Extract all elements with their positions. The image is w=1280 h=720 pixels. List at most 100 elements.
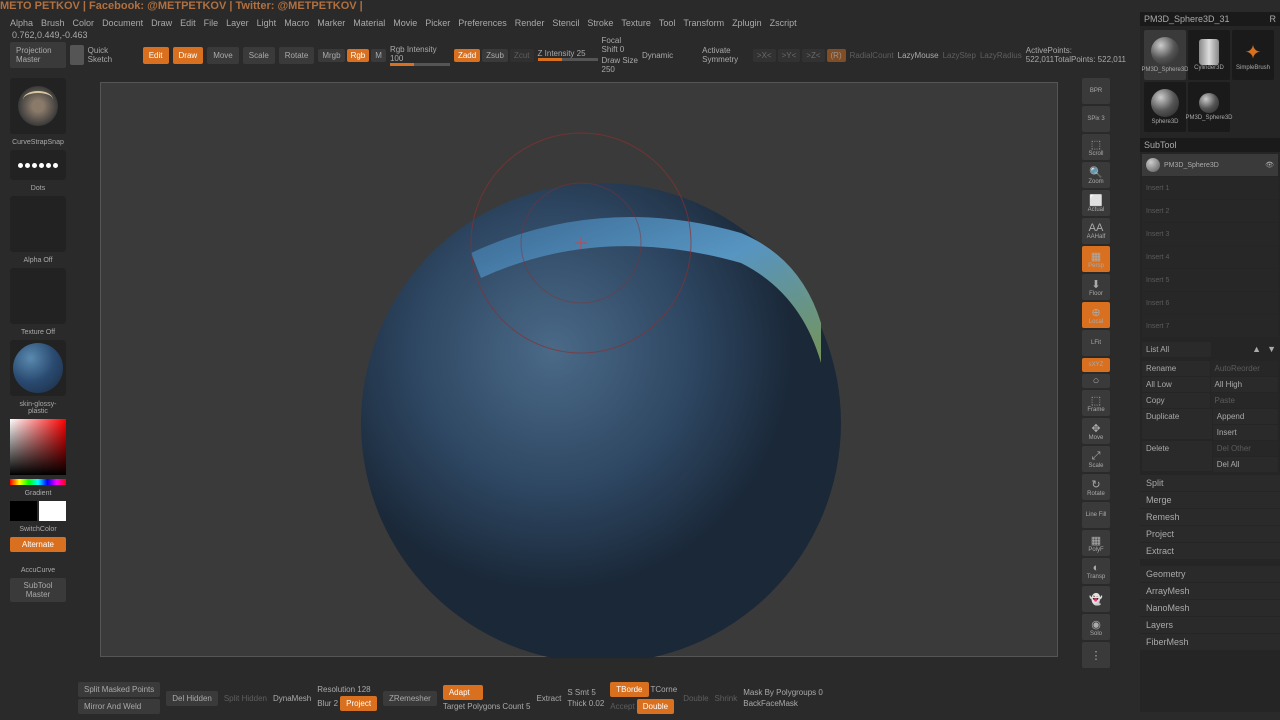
menu-item[interactable]: Marker [317,18,345,28]
rotate-button[interactable]: Rotate [279,47,315,64]
local-button[interactable]: ⊕Local [1082,302,1110,328]
actual-button[interactable]: ⬜Actual [1082,190,1110,216]
adapt-button[interactable]: Adapt [443,685,483,700]
menu-item[interactable]: Stroke [587,18,613,28]
double-button[interactable]: Double [637,699,674,714]
swatch-white[interactable] [39,501,66,521]
m-button[interactable]: M [371,49,386,62]
menu-item[interactable]: File [204,18,219,28]
menu-item[interactable]: Render [515,18,545,28]
rotate-tool[interactable]: ↻Rotate [1082,474,1110,500]
scale-tool[interactable]: ⤢Scale [1082,446,1110,472]
menu-item[interactable]: Preferences [458,18,507,28]
menu-item[interactable]: Macro [284,18,309,28]
draw-button[interactable]: Draw [173,47,204,64]
extract-label[interactable]: Extract [536,694,561,703]
menu-item[interactable]: Material [353,18,385,28]
dynamic-label[interactable]: Dynamic [642,51,673,60]
remesh-accordion[interactable]: Remesh [1140,509,1280,525]
resolution-label[interactable]: Resolution 128 [317,685,377,694]
extract-accordion[interactable]: Extract [1140,543,1280,559]
arrow-down-icon[interactable]: ▼ [1267,344,1276,355]
alllow-button[interactable]: All Low [1142,377,1210,392]
zadd-button[interactable]: Zadd [454,49,480,62]
menu-item[interactable]: Tool [659,18,676,28]
transp-button[interactable]: ◐Transp [1082,558,1110,584]
subtool-slot[interactable]: Insert 6 [1142,292,1278,314]
list-all-button[interactable]: List All [1142,342,1211,357]
mirror-weld-button[interactable]: Mirror And Weld [78,699,160,714]
del-hidden-button[interactable]: Del Hidden [166,691,218,706]
thick-label[interactable]: Thick 0.02 [567,699,604,708]
copy-button[interactable]: Copy [1142,393,1210,408]
gradient-label[interactable]: Gradient [10,490,66,497]
arraymesh-accordion[interactable]: ArrayMesh [1140,583,1280,599]
linefill-button[interactable]: Line Fill [1082,502,1110,528]
menu-item[interactable]: Brush [41,18,65,28]
alpha-slot[interactable] [10,196,66,252]
delother-button[interactable]: Del Other [1213,441,1278,456]
stroke-slot[interactable] [10,150,66,180]
color-picker[interactable] [10,419,66,475]
project-accordion[interactable]: Project [1140,526,1280,542]
material-slot[interactable] [10,340,66,396]
dynamesh-label[interactable]: DynaMesh [273,694,311,703]
menu-item[interactable]: Edit [180,18,196,28]
menu-item[interactable]: Color [73,18,95,28]
accucurve-label[interactable]: AccuCurve [10,567,66,574]
z-intensity-slider[interactable] [538,58,598,61]
subtool-slot[interactable]: Insert 7 [1142,315,1278,337]
polyf-button[interactable]: ▦PolyF [1082,530,1110,556]
aahalf-button[interactable]: AAAAHalf [1082,218,1110,244]
merge-accordion[interactable]: Merge [1140,492,1280,508]
scale-button[interactable]: Scale [243,47,275,64]
delall-button[interactable]: Del All [1213,457,1278,472]
viewport[interactable] [100,82,1058,657]
menu-item[interactable]: Transform [683,18,724,28]
rgb-button[interactable]: Rgb [347,49,370,62]
sym-z-button[interactable]: >Z< [802,49,824,62]
split-masked-button[interactable]: Split Masked Points [78,682,160,697]
target-poly-label[interactable]: Target Polygons Count 5 [443,702,531,711]
persp-button[interactable]: ▦Persp [1082,246,1110,272]
brush-slot[interactable] [10,78,66,134]
menu-item[interactable]: Stencil [552,18,579,28]
menu-item[interactable]: Movie [393,18,417,28]
ssmt-label[interactable]: S Smt 5 [567,688,595,697]
menu-item[interactable]: Picker [425,18,450,28]
edit-button[interactable]: Edit [143,47,169,64]
lfit-button[interactable]: LFit [1082,330,1110,356]
autoreorder-button[interactable]: AutoReorder [1211,361,1279,376]
blur-label[interactable]: Blur 2 [317,699,338,708]
sym-y-button[interactable]: >Y< [778,49,801,62]
paste-button[interactable]: Paste [1211,393,1279,408]
insert-button[interactable]: Insert [1213,425,1278,440]
menu-item[interactable]: Zscript [770,18,797,28]
append-button[interactable]: Append [1213,409,1278,424]
fibermesh-accordion[interactable]: FiberMesh [1140,634,1280,650]
subtool-slot[interactable]: Insert 1 [1142,177,1278,199]
menu-item[interactable]: Alpha [10,18,33,28]
arrow-up-icon[interactable]: ▲ [1252,344,1261,355]
duplicate-button[interactable]: Duplicate [1142,409,1212,439]
projection-master-button[interactable]: Projection Master [10,42,66,68]
solo-button[interactable]: ◉Solo [1082,614,1110,640]
tool-item-pm3d[interactable]: PM3D_Sphere3D [1188,82,1230,132]
menu-item[interactable]: Draw [151,18,172,28]
quicksketch-icon[interactable] [70,45,84,65]
xpose-button[interactable]: ⋮ [1082,642,1110,668]
subtool-header[interactable]: SubTool [1140,138,1280,152]
sym-x-button[interactable]: >X< [753,49,776,62]
move-button[interactable]: Move [207,47,239,64]
activate-symmetry[interactable]: Activate Symmetry [702,46,749,64]
alternate-button[interactable]: Alternate [10,537,66,552]
zsub-button[interactable]: Zsub [482,49,508,62]
zremesher-button[interactable]: ZRemesher [383,691,437,706]
sxyz-toggle[interactable]: ○ [1082,374,1110,388]
frame-button[interactable]: ⬚Frame [1082,390,1110,416]
subtool-master-button[interactable]: SubTool Master [10,578,66,602]
split-accordion[interactable]: Split [1140,475,1280,491]
allhigh-button[interactable]: All High [1211,377,1279,392]
focal-shift-label[interactable]: Focal Shift 0 [602,36,638,54]
texture-slot[interactable] [10,268,66,324]
